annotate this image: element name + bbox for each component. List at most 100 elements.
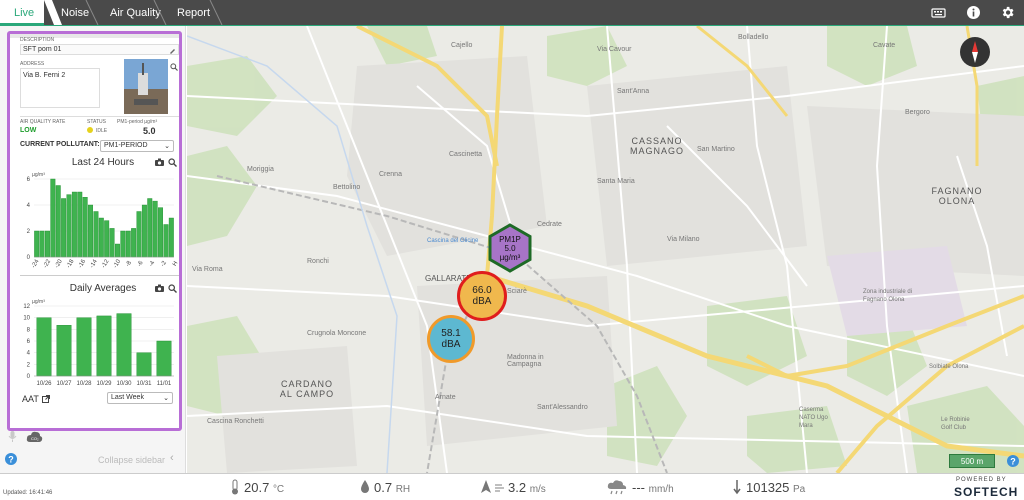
zoom-photo-icon[interactable] bbox=[170, 63, 178, 71]
sidebar: DESCRIPTION SFT pom 01 ADDRESS Via B. Fe… bbox=[0, 26, 186, 473]
keyboard-icon[interactable] bbox=[931, 5, 946, 20]
y-tick-label: 8 bbox=[27, 327, 31, 333]
x-tick-label: -2 bbox=[160, 260, 168, 268]
noise-marker[interactable]: 66.0 dBA bbox=[457, 271, 507, 321]
map-label: Santa Maria bbox=[597, 178, 635, 185]
info-icon[interactable] bbox=[966, 5, 981, 20]
bar bbox=[147, 198, 153, 258]
map-label: Cascina del Glicine bbox=[427, 238, 479, 244]
map-label: Cavate bbox=[873, 42, 896, 49]
map-label: Caserma NATO Ugo Mara bbox=[799, 407, 828, 429]
status-value: IDLE bbox=[96, 128, 108, 134]
bar bbox=[82, 197, 88, 258]
bar bbox=[77, 191, 83, 258]
camera-icon[interactable] bbox=[155, 284, 164, 292]
bar bbox=[96, 315, 112, 377]
bar bbox=[131, 228, 137, 258]
x-tick-label: -24 bbox=[31, 258, 41, 269]
bar bbox=[45, 230, 50, 258]
edit-icon[interactable] bbox=[169, 47, 176, 54]
y-tick-label: 6 bbox=[27, 339, 31, 345]
bar bbox=[114, 243, 120, 258]
wind-value: 3.2 m/s bbox=[508, 480, 546, 495]
bar bbox=[163, 224, 169, 258]
map-label: Bolladello bbox=[738, 34, 769, 41]
sensor-photo[interactable] bbox=[124, 59, 168, 114]
map-label: Le Robinie Golf Club bbox=[941, 417, 970, 431]
pressure-value: 101325 Pa bbox=[746, 480, 806, 495]
bar bbox=[109, 228, 115, 258]
map-label: Zona industriale di Fagnano Olona bbox=[863, 289, 913, 303]
period-select[interactable]: Last Week ⌄ bbox=[107, 392, 173, 404]
map-label: Via Milano bbox=[667, 236, 700, 243]
x-tick-label: 11/01 bbox=[157, 381, 172, 387]
bar bbox=[136, 352, 152, 377]
rain-value: --- mm/h bbox=[632, 480, 674, 495]
help-icon[interactable]: ? bbox=[5, 453, 17, 465]
y-tick-label: 2 bbox=[27, 362, 31, 368]
map-label: Bergoro bbox=[905, 109, 930, 116]
air-quality-marker[interactable]: PM1P 5.0 µg/m³ bbox=[487, 223, 533, 273]
camera-icon[interactable] bbox=[155, 158, 164, 166]
tab-separator bbox=[209, 0, 223, 25]
y-tick-label: 4 bbox=[27, 203, 31, 209]
map-view[interactable]: CASSANO MAGNAGO FAGNANO OLONA GALLARATE … bbox=[187, 26, 1024, 473]
status-label: STATUS bbox=[87, 119, 106, 125]
map-label: CASSANO MAGNAGO bbox=[629, 136, 684, 156]
bar bbox=[34, 230, 40, 258]
map-label: Cedrate bbox=[537, 221, 562, 228]
microphone-icon[interactable] bbox=[8, 431, 17, 443]
bar bbox=[104, 220, 110, 258]
chevron-left-icon[interactable]: ‹ bbox=[170, 452, 174, 464]
map-label: Bettolino bbox=[333, 184, 361, 191]
bar bbox=[125, 230, 131, 258]
x-tick-label: 10/29 bbox=[96, 381, 112, 387]
bar bbox=[136, 211, 142, 258]
x-tick-label: 10/31 bbox=[136, 381, 152, 387]
map-label: FAGNANO OLONA bbox=[931, 186, 983, 206]
thermometer-icon bbox=[232, 479, 238, 495]
y-tick-label: 0 bbox=[27, 374, 31, 380]
tab-live[interactable]: Live bbox=[0, 0, 44, 25]
x-tick-label: H bbox=[172, 261, 179, 268]
compass-icon[interactable] bbox=[959, 36, 991, 68]
bar bbox=[56, 325, 72, 377]
noise-marker[interactable]: 58.1 dBA bbox=[427, 315, 475, 363]
map-label: Madonna in Campagna bbox=[507, 354, 544, 368]
bar bbox=[50, 178, 56, 258]
x-tick-label: -4 bbox=[148, 260, 156, 268]
x-tick-label: 10/30 bbox=[116, 381, 132, 387]
map-canvas bbox=[187, 26, 1024, 473]
bar bbox=[76, 317, 92, 377]
description-value: SFT pom 01 bbox=[23, 46, 62, 53]
wind-icon bbox=[481, 480, 504, 493]
current-pollutant-label: CURRENT POLLUTANT: bbox=[20, 141, 100, 148]
bar bbox=[156, 340, 172, 377]
bar bbox=[168, 217, 174, 258]
map-label: Sant'Alessandro bbox=[537, 404, 588, 411]
bar bbox=[98, 217, 104, 258]
bar bbox=[93, 211, 99, 258]
external-link-icon[interactable] bbox=[42, 395, 50, 403]
x-tick-label: -18 bbox=[66, 258, 76, 269]
collapse-sidebar-button[interactable]: Collapse sidebar bbox=[98, 455, 165, 465]
gear-icon[interactable] bbox=[1000, 5, 1015, 20]
help-icon[interactable]: ? bbox=[1007, 455, 1019, 467]
description-label: DESCRIPTION bbox=[20, 37, 55, 43]
y-tick-label: 10 bbox=[23, 316, 30, 322]
address-label: ADDRESS bbox=[20, 61, 45, 67]
x-tick-label: 10/26 bbox=[36, 381, 52, 387]
y-tick-label: 0 bbox=[27, 255, 31, 261]
map-label: Cascinetta bbox=[449, 151, 483, 158]
pollutant-select[interactable]: PM1-PERIOD ⌄ bbox=[100, 140, 174, 152]
map-label: Via Roma bbox=[192, 266, 223, 273]
chart-unit-label: µg/m³ bbox=[32, 299, 45, 305]
map-label: Crenna bbox=[379, 171, 402, 178]
svg-text:?: ? bbox=[1010, 457, 1016, 467]
top-nav-bar: Live Noise Air Quality Report bbox=[0, 0, 1024, 25]
chart-24h: µg/m³6 4 2 0-24 -22 -20 -18 -16 -14 -12 -10 -8 -6 -4-… bbox=[27, 172, 180, 269]
co2-cloud-icon[interactable]: CO₂ bbox=[26, 430, 43, 443]
bar bbox=[141, 204, 147, 258]
x-tick-label: -14 bbox=[89, 258, 99, 269]
aq-rate-label: AIR QUALITY RATE bbox=[20, 119, 66, 125]
